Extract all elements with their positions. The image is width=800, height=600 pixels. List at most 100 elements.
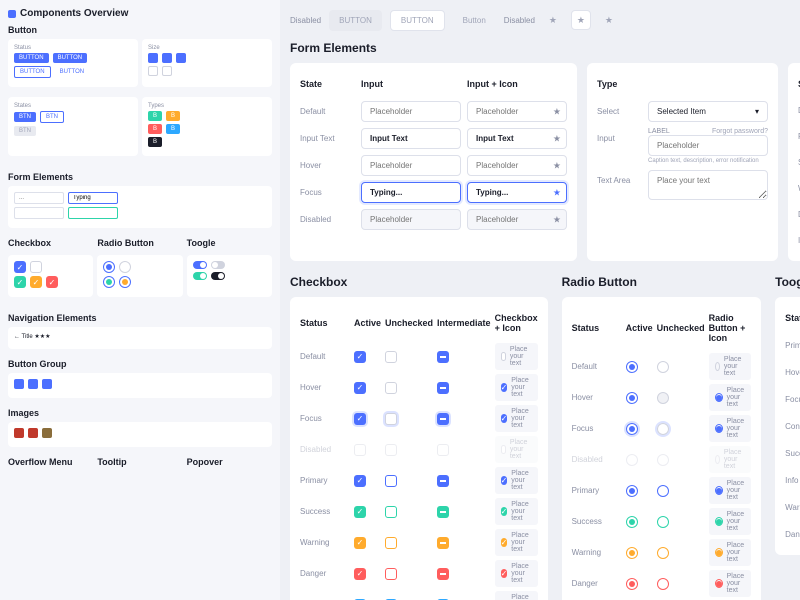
toggle-icon[interactable] [193, 272, 207, 280]
radio-icon[interactable] [103, 261, 115, 273]
radio-pill[interactable]: Place your text [709, 384, 752, 411]
input-text[interactable] [361, 128, 461, 149]
radio[interactable] [626, 547, 638, 559]
input-focus[interactable] [361, 182, 461, 203]
radio-pill[interactable]: Place your text [709, 415, 752, 442]
checkbox[interactable] [437, 382, 449, 394]
square-icon[interactable] [148, 53, 158, 63]
checkbox-pill[interactable]: ✓Place your text [495, 498, 538, 525]
checkbox[interactable]: ✓ [354, 413, 366, 425]
checkbox[interactable] [437, 506, 449, 518]
checkbox[interactable]: ✓ [354, 568, 366, 580]
square-icon[interactable] [176, 53, 186, 63]
toggle-icon[interactable] [193, 261, 207, 269]
mini-button[interactable]: BUTTON [14, 53, 49, 63]
mini-button[interactable]: BTN [14, 112, 36, 122]
radio-pill[interactable]: Place your text [709, 477, 752, 504]
checkbox[interactable] [385, 537, 397, 549]
radio[interactable] [657, 578, 669, 590]
radio[interactable] [657, 392, 669, 404]
input-hover[interactable] [361, 155, 461, 176]
checkbox[interactable] [385, 475, 397, 487]
title-text: Components Overview [20, 8, 128, 19]
radio[interactable] [657, 361, 669, 373]
checkbox[interactable] [437, 351, 449, 363]
checkbox[interactable] [385, 413, 397, 425]
col-type: Type [597, 73, 642, 95]
radio[interactable] [626, 578, 638, 590]
toggle-icon[interactable] [211, 261, 225, 269]
input-caption: Caption text, description, error notific… [648, 158, 768, 164]
mini-button[interactable]: BUTTON [55, 67, 90, 77]
mini-button[interactable]: BTN [40, 111, 64, 123]
radio[interactable] [626, 485, 638, 497]
textarea-field[interactable] [648, 170, 768, 200]
radio[interactable] [657, 547, 669, 559]
mini-button[interactable]: B [166, 111, 180, 121]
checkbox-pill[interactable]: ✓Place your text [495, 529, 538, 556]
checkbox[interactable] [385, 351, 397, 363]
radio[interactable] [626, 392, 638, 404]
select-field[interactable]: Selected Item▾ [648, 101, 768, 122]
mini-input[interactable] [14, 207, 64, 219]
checkbox-pill[interactable]: ✓Place your text [495, 560, 538, 587]
square-icon[interactable] [162, 66, 172, 76]
mini-input[interactable] [68, 207, 118, 219]
mini-button[interactable]: B [148, 124, 162, 134]
radio-pill[interactable]: Place your text [709, 508, 752, 535]
input-default[interactable] [361, 101, 461, 122]
checkbox[interactable] [437, 475, 449, 487]
radio-icon[interactable] [119, 261, 131, 273]
checkbox[interactable]: ✓ [354, 506, 366, 518]
mini-button[interactable]: B [148, 111, 162, 121]
radio[interactable] [657, 423, 669, 435]
checkbox-pill[interactable]: ✓Place your text [495, 591, 538, 600]
checkbox[interactable] [385, 382, 397, 394]
checkbox[interactable] [385, 568, 397, 580]
checkbox-icon[interactable]: ✓ [14, 276, 26, 288]
checkbox[interactable]: ✓ [354, 475, 366, 487]
checkbox[interactable]: ✓ [354, 382, 366, 394]
mini-button[interactable]: B [166, 124, 180, 134]
checkbox [437, 444, 449, 456]
square-icon[interactable] [14, 379, 24, 389]
radio[interactable] [626, 516, 638, 528]
checkbox[interactable] [437, 568, 449, 580]
radio[interactable] [626, 423, 638, 435]
mini-input[interactable] [14, 192, 64, 204]
checkbox[interactable]: ✓ [354, 537, 366, 549]
mini-label: Size [148, 45, 266, 51]
mini-input[interactable] [68, 192, 118, 204]
checkbox[interactable] [437, 537, 449, 549]
mini-button[interactable]: BUTTON [53, 53, 88, 63]
checkbox-pill[interactable]: Place your text [495, 343, 538, 370]
radio[interactable] [657, 485, 669, 497]
radio-pill[interactable]: Place your text [709, 570, 752, 597]
radio[interactable] [657, 516, 669, 528]
mini-button[interactable]: B [148, 137, 162, 147]
checkbox-icon[interactable]: ✓ [14, 261, 26, 273]
checkbox[interactable]: ✓ [354, 351, 366, 363]
radio-pill[interactable]: Place your text [709, 353, 752, 380]
mini-button[interactable]: BUTTON [14, 66, 51, 78]
toggle-icon[interactable] [211, 272, 225, 280]
square-icon[interactable] [162, 53, 172, 63]
labeled-input[interactable] [648, 135, 768, 156]
checkbox-icon[interactable]: ✓ [46, 276, 58, 288]
checkbox-pill[interactable]: ✓Place your text [495, 467, 538, 494]
rb-row: Danger [572, 573, 622, 594]
forgot-link[interactable]: Forgot password? [712, 128, 768, 135]
square-icon[interactable] [28, 379, 38, 389]
checkbox-icon[interactable] [30, 261, 42, 273]
checkbox[interactable] [437, 413, 449, 425]
radio[interactable] [626, 361, 638, 373]
radio-pill[interactable]: Place your text [709, 539, 752, 566]
square-icon[interactable] [42, 379, 52, 389]
checkbox-pill[interactable]: ✓Place your text [495, 405, 538, 432]
checkbox-pill[interactable]: ✓Place your text [495, 374, 538, 401]
checkbox[interactable] [385, 506, 397, 518]
checkbox-icon[interactable]: ✓ [30, 276, 42, 288]
radio-icon[interactable] [103, 276, 115, 288]
square-icon[interactable] [148, 66, 158, 76]
radio-icon[interactable] [119, 276, 131, 288]
